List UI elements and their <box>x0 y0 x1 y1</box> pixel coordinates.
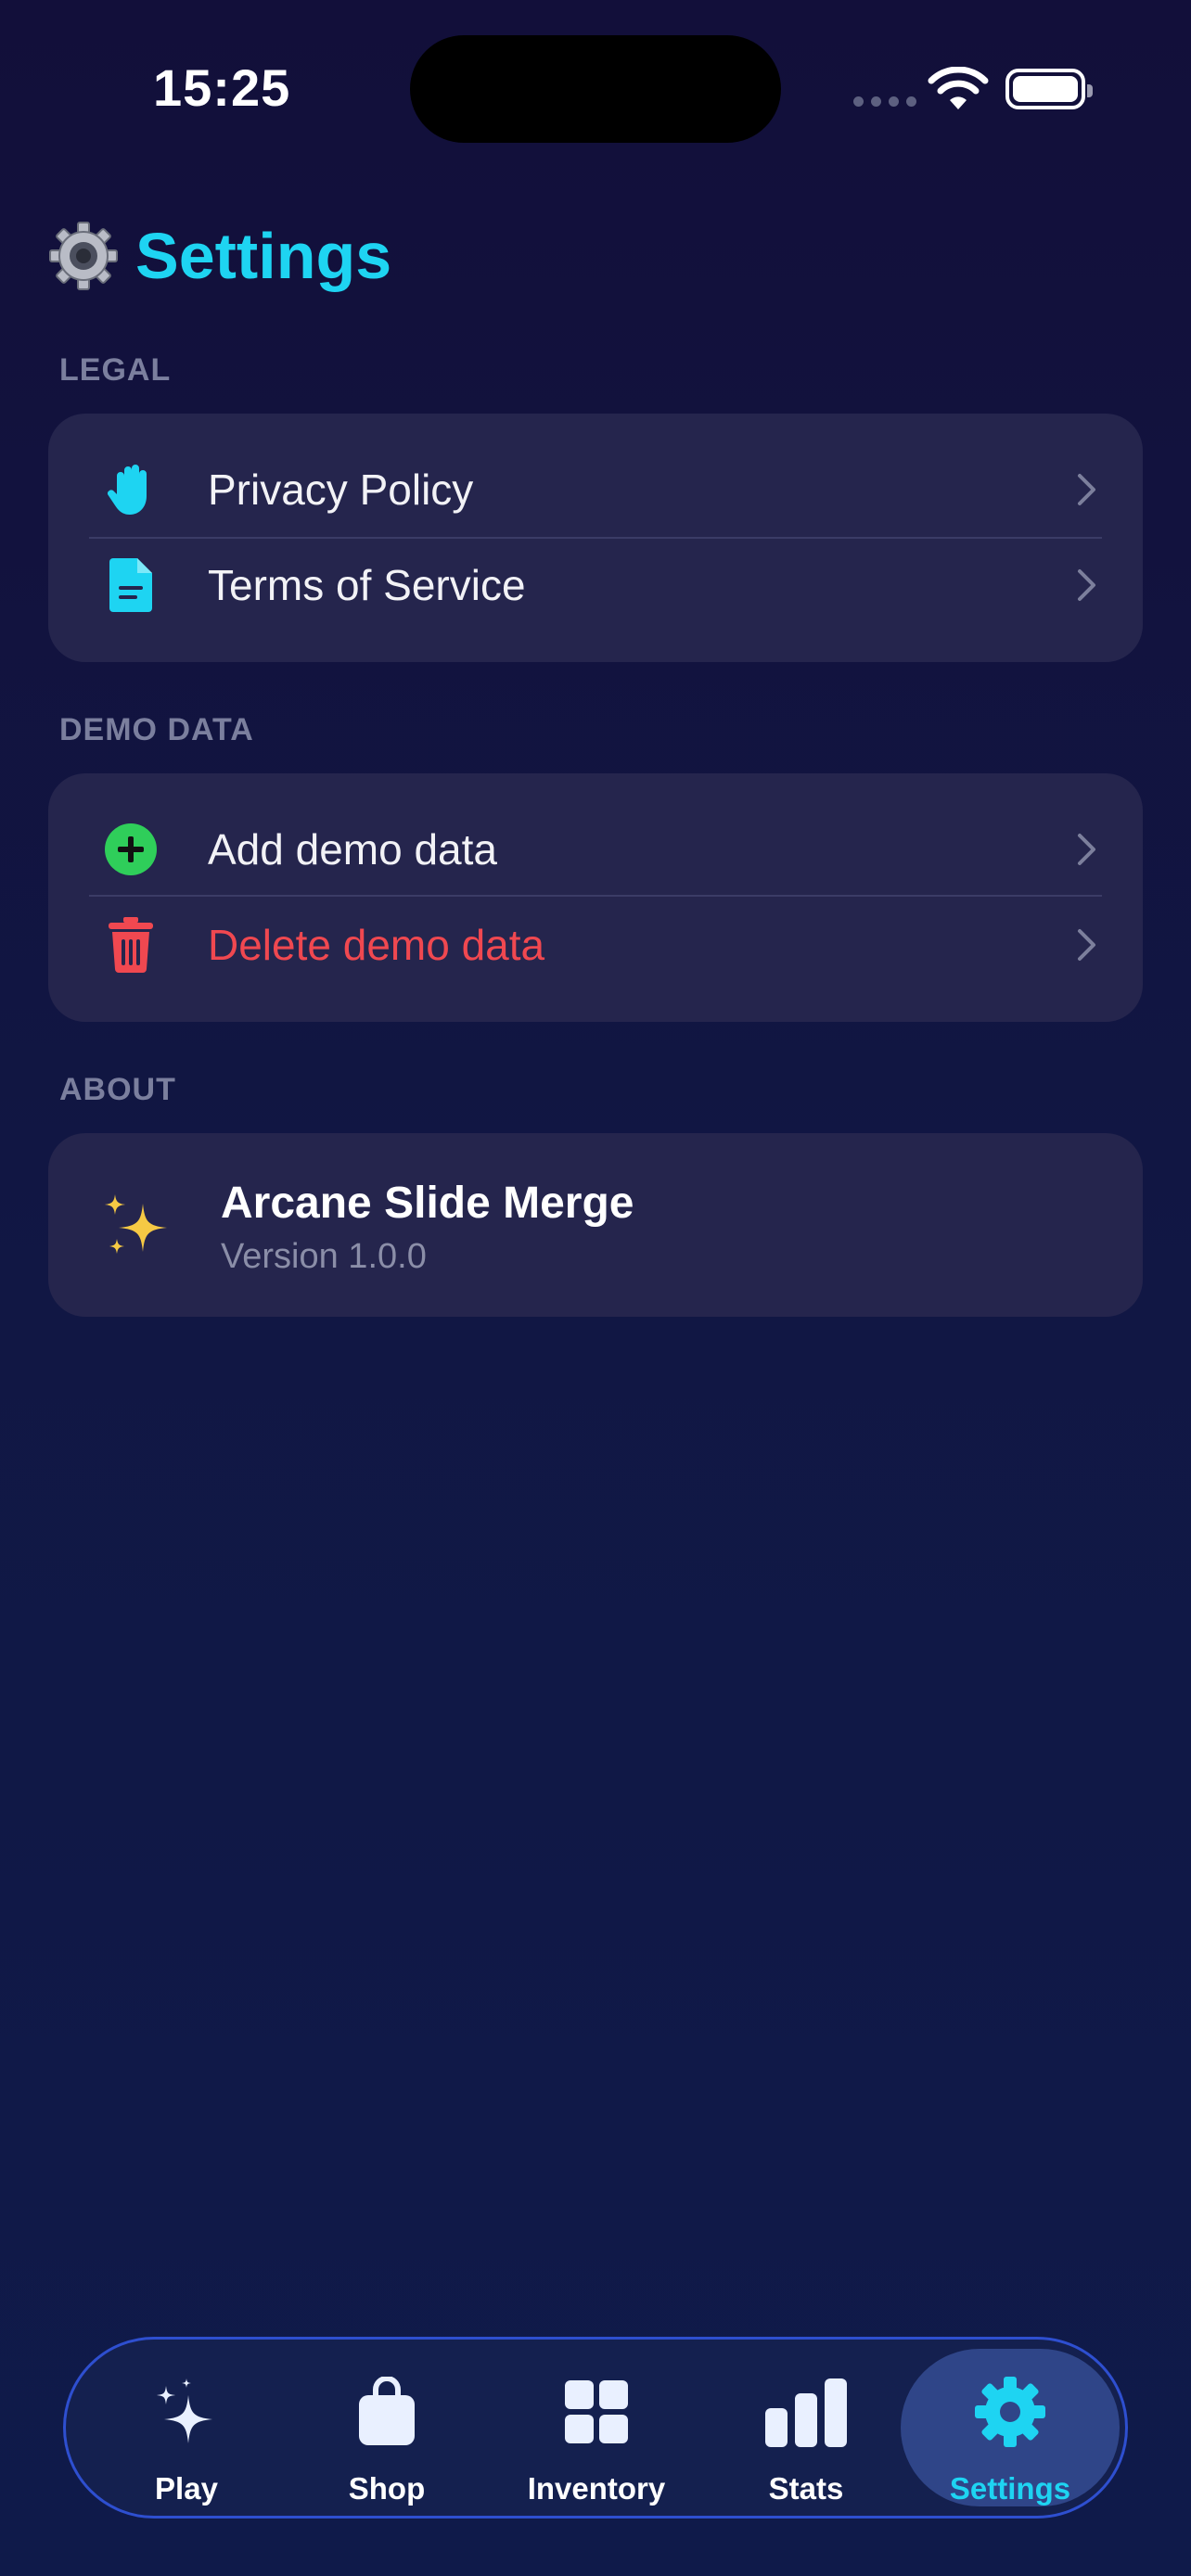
page-header: Settings <box>48 219 391 293</box>
bag-icon <box>359 2377 415 2445</box>
dynamic-island <box>410 35 781 143</box>
tab-settings[interactable]: Settings <box>901 2349 1120 2506</box>
tab-stats[interactable]: Stats <box>704 2340 908 2516</box>
delete-demo-data-label: Delete demo data <box>208 920 545 969</box>
legal-card: Privacy Policy Terms of Service <box>48 414 1143 662</box>
add-demo-data-label: Add demo data <box>208 824 498 874</box>
section-label-legal: LEGAL <box>59 352 172 388</box>
chevron-right-icon <box>1078 568 1095 601</box>
tab-stats-label: Stats <box>768 2471 844 2506</box>
tab-settings-label: Settings <box>949 2471 1071 2506</box>
terms-of-service-row[interactable]: Terms of Service <box>48 537 1143 632</box>
privacy-policy-label: Privacy Policy <box>208 465 474 514</box>
about-row: Arcane Slide Merge Version 1.0.0 <box>48 1133 1143 1315</box>
tab-shop-label: Shop <box>348 2471 426 2506</box>
section-label-demo-data: DEMO DATA <box>59 712 254 747</box>
app-name: Arcane Slide Merge <box>221 1179 634 1228</box>
demo-data-card: Add demo data Delete demo data <box>48 773 1143 1022</box>
trash-icon <box>104 916 158 973</box>
wifi-icon <box>928 67 989 109</box>
delete-demo-data-row[interactable]: Delete demo data <box>48 897 1143 992</box>
page-title: Settings <box>135 220 392 292</box>
chevron-right-icon <box>1078 928 1095 961</box>
hand-raised-icon <box>104 463 158 516</box>
privacy-policy-row[interactable]: Privacy Policy <box>48 441 1143 537</box>
tab-bar: Play Shop Inventory Stats Settings <box>63 2337 1128 2519</box>
cellular-signal-icon <box>853 96 916 107</box>
tab-shop[interactable]: Shop <box>285 2340 489 2516</box>
gear-icon <box>975 2377 1045 2447</box>
document-icon <box>104 557 158 612</box>
status-bar: 15:25 <box>0 0 1191 176</box>
tab-play[interactable]: Play <box>84 2340 288 2516</box>
tab-inventory-label: Inventory <box>527 2471 666 2506</box>
tab-inventory[interactable]: Inventory <box>494 2340 698 2516</box>
sparkles-emoji-icon <box>105 1194 167 1254</box>
status-time: 15:25 <box>153 58 291 117</box>
grid-icon <box>565 2380 628 2443</box>
plus-circle-icon <box>104 823 158 876</box>
battery-icon <box>1005 69 1093 109</box>
app-version: Version 1.0.0 <box>221 1237 427 1276</box>
sparkles-icon <box>157 2378 212 2443</box>
chevron-right-icon <box>1078 833 1095 865</box>
add-demo-data-row[interactable]: Add demo data <box>48 801 1143 897</box>
bar-chart-icon <box>765 2378 847 2447</box>
section-label-about: ABOUT <box>59 1072 176 1107</box>
gear-emoji-icon <box>49 222 118 290</box>
terms-of-service-label: Terms of Service <box>208 560 526 609</box>
about-card: Arcane Slide Merge Version 1.0.0 <box>48 1133 1143 1317</box>
chevron-right-icon <box>1078 473 1095 505</box>
tab-play-label: Play <box>155 2471 218 2506</box>
